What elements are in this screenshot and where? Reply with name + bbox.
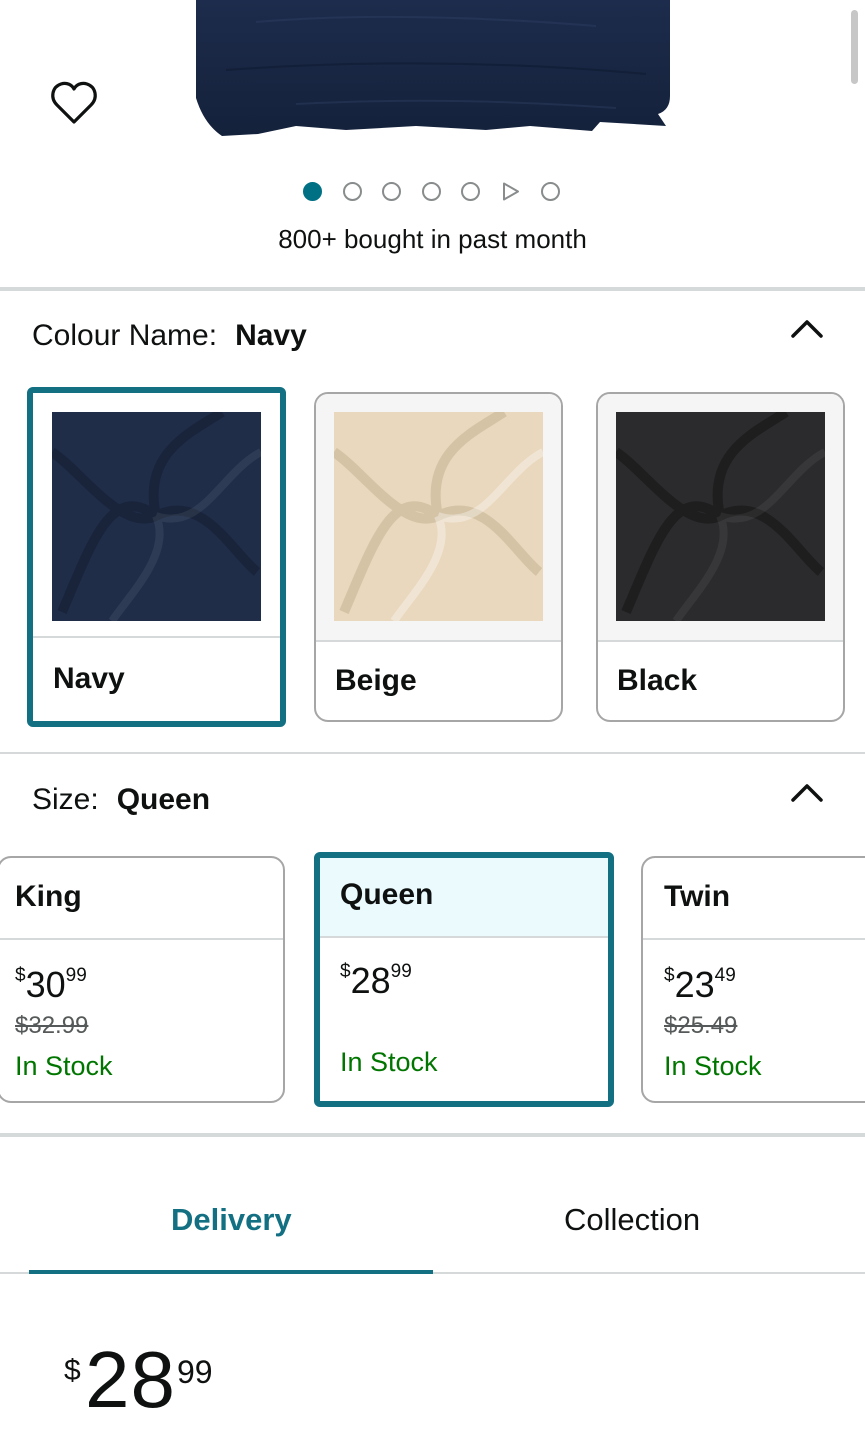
- heart-icon[interactable]: [50, 80, 98, 126]
- colour-label-text: Colour Name:: [32, 319, 218, 352]
- tab-delivery[interactable]: Delivery: [171, 1202, 292, 1238]
- size-option-queen[interactable]: Queen $2899 In Stock: [314, 852, 614, 1107]
- colour-selected-value: Navy: [235, 319, 307, 352]
- price-fraction: 99: [390, 961, 412, 982]
- section-divider: [0, 752, 865, 754]
- product-image-area[interactable]: 800+ bought in past month: [0, 0, 865, 290]
- price-currency: $: [64, 1354, 81, 1387]
- colour-swatch-black[interactable]: Black: [596, 392, 845, 722]
- size-label-text: Size:: [32, 783, 99, 816]
- colour-swatch-navy[interactable]: Navy: [27, 387, 286, 727]
- price-whole: 28: [85, 1335, 176, 1424]
- carousel-dot-active[interactable]: [303, 181, 322, 201]
- size-option-price: $3099: [15, 964, 87, 1006]
- size-option-name: Twin: [664, 880, 731, 913]
- fabric-swatch-image: [334, 412, 543, 621]
- colour-name-label: Colour Name: Navy: [32, 319, 307, 353]
- active-tab-indicator: [29, 1270, 433, 1274]
- fabric-swatch-image: [52, 412, 261, 621]
- size-option-king[interactable]: King $3099 $32.99 In Stock: [0, 856, 285, 1103]
- swatch-image-box: [33, 393, 280, 638]
- carousel-dot[interactable]: [342, 181, 362, 201]
- carousel-dot[interactable]: [461, 181, 481, 201]
- price-whole: 28: [350, 960, 391, 1001]
- size-selected-value: Queen: [116, 783, 211, 816]
- size-option-price: $2899: [340, 960, 412, 1002]
- size-option-name: King: [15, 880, 82, 913]
- swatch-label: Black: [617, 664, 698, 697]
- price-whole: 23: [674, 964, 715, 1005]
- tab-collection[interactable]: Collection: [564, 1202, 700, 1238]
- price-currency: $: [664, 965, 675, 986]
- swatch-label: Beige: [335, 664, 417, 697]
- swatch-image-box: [316, 394, 561, 642]
- size-option-header: King: [0, 858, 283, 940]
- swatch-label: Navy: [53, 662, 125, 695]
- chevron-up-icon[interactable]: [790, 317, 824, 339]
- size-option-twin[interactable]: Twin $2349 $25.49 In Stock: [641, 856, 865, 1103]
- swatch-image-box: [598, 394, 843, 642]
- size-option-header: Queen: [320, 858, 608, 938]
- price-fraction: 99: [177, 1354, 213, 1390]
- colour-swatch-beige[interactable]: Beige: [314, 392, 563, 722]
- price-fraction: 49: [714, 965, 736, 986]
- price-fraction: 99: [65, 965, 87, 986]
- size-option-price: $2349: [664, 964, 736, 1006]
- video-play-icon[interactable]: [501, 182, 520, 201]
- price-currency: $: [340, 961, 351, 982]
- chevron-up-icon[interactable]: [790, 781, 824, 803]
- section-divider: [0, 1133, 865, 1137]
- size-option-name: Queen: [340, 878, 434, 911]
- price-currency: $: [15, 965, 26, 986]
- product-image[interactable]: [196, 0, 670, 136]
- size-label: Size: Queen: [32, 783, 210, 817]
- price-whole: 30: [25, 964, 66, 1005]
- size-option-stock: In Stock: [664, 1051, 762, 1081]
- size-option-list-price: $25.49: [664, 1012, 738, 1039]
- carousel-dot[interactable]: [540, 181, 560, 201]
- size-option-stock: In Stock: [15, 1051, 113, 1081]
- size-option-list-price: $32.99: [15, 1012, 89, 1039]
- carousel-dot[interactable]: [421, 181, 441, 201]
- size-option-header: Twin: [643, 858, 865, 940]
- section-divider: [0, 287, 865, 291]
- fabric-swatch-image: [616, 412, 825, 621]
- size-option-stock: In Stock: [340, 1047, 438, 1077]
- bought-count-text: 800+ bought in past month: [278, 224, 587, 254]
- image-carousel-dots[interactable]: [303, 180, 580, 202]
- scrollbar: [851, 10, 858, 84]
- carousel-dot[interactable]: [382, 181, 402, 201]
